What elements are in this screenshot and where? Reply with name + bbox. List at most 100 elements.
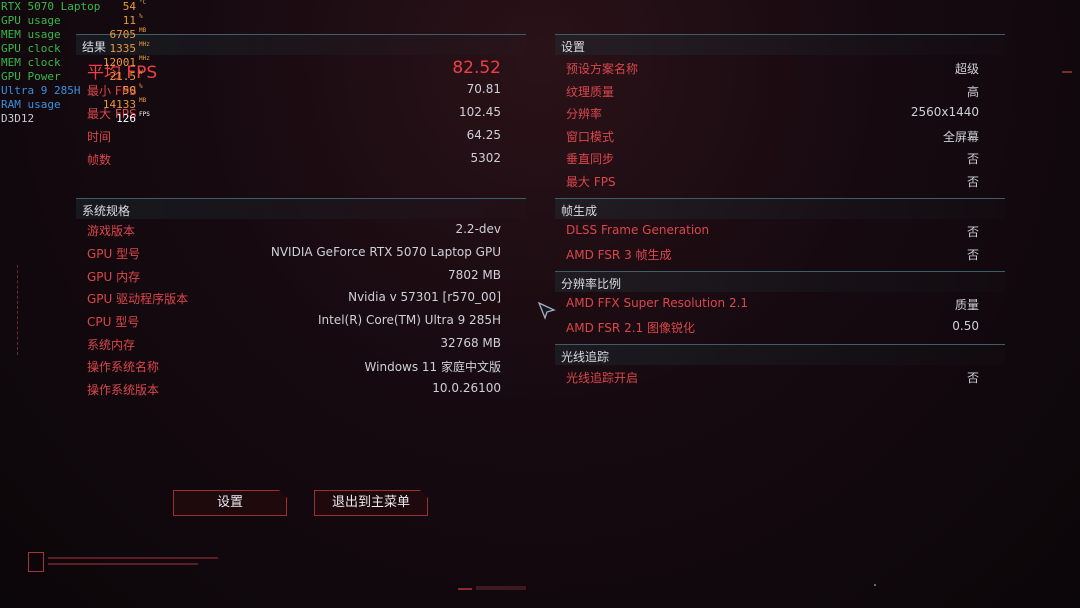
system-label: 操作系统名称 xyxy=(87,360,160,374)
system-row: 游戏版本 2.2-dev xyxy=(87,220,501,240)
system-header: 系统规格 xyxy=(76,198,526,219)
system-value: Windows 11 家庭中文版 xyxy=(364,360,501,374)
settings-label: 最大 FPS xyxy=(566,175,616,189)
settings-value: 否 xyxy=(966,152,979,166)
framegen-title: 帧生成 xyxy=(561,204,598,218)
settings-button[interactable]: 设置 xyxy=(173,490,287,516)
settings-row: 预设方案名称 超级 xyxy=(566,58,979,78)
framegen-header: 帧生成 xyxy=(555,198,1005,219)
raytracing-value: 否 xyxy=(966,371,979,385)
hud-value: 1335 xyxy=(109,42,137,55)
logo-decoration-lines xyxy=(48,557,228,569)
result-value: 70.81 xyxy=(466,82,501,96)
hud-unit: W xyxy=(139,69,143,76)
decorative-dot xyxy=(874,584,876,586)
raytracing-header: 光线追踪 xyxy=(555,344,1005,365)
settings-value: 全屏幕 xyxy=(942,130,979,144)
system-value: 2.2-dev xyxy=(455,222,501,236)
hud-unit: FPS xyxy=(139,111,150,118)
system-label: GPU 内存 xyxy=(87,270,141,284)
system-row: GPU 型号 NVIDIA GeForce RTX 5070 Laptop GP… xyxy=(87,243,501,263)
system-label: 操作系统版本 xyxy=(87,383,160,397)
result-value: 64.25 xyxy=(466,128,501,142)
scaling-value: 0.50 xyxy=(952,319,979,333)
scaling-label: AMD FSR 2.1 图像锐化 xyxy=(566,321,695,335)
mouse-cursor-icon xyxy=(538,302,556,320)
system-panel: 系统规格 游戏版本 2.2-dev GPU 型号 NVIDIA GeForce … xyxy=(76,198,526,403)
system-label: 游戏版本 xyxy=(87,224,136,238)
hud-label: MEM usage xyxy=(1,28,61,41)
raytracing-row: 光线追踪开启 否 xyxy=(566,367,979,387)
result-value: 5302 xyxy=(470,151,501,165)
hud-label: GPU Power xyxy=(1,70,61,83)
scaling-value: 质量 xyxy=(954,298,979,312)
scaling-title: 分辨率比例 xyxy=(561,277,622,291)
result-label: 时间 xyxy=(87,130,112,144)
system-label: GPU 驱动程序版本 xyxy=(87,292,189,306)
hud-unit: % xyxy=(139,83,143,90)
hud-label: D3D12 xyxy=(1,112,35,125)
settings-value: 高 xyxy=(966,85,979,99)
system-value: Nvidia v 57301 [r570_00] xyxy=(348,290,501,304)
raytracing-title: 光线追踪 xyxy=(561,350,610,364)
framegen-label: DLSS Frame Generation xyxy=(566,223,710,237)
settings-row: 垂直同步 否 xyxy=(566,148,979,168)
framegen-row: AMD FSR 3 帧生成 否 xyxy=(566,244,979,264)
right-edge-decoration xyxy=(1062,71,1072,73)
hud-label: RAM usage xyxy=(1,98,61,111)
framegen-label: AMD FSR 3 帧生成 xyxy=(566,248,672,262)
system-value: NVIDIA GeForce RTX 5070 Laptop GPU xyxy=(270,245,501,259)
settings-value: 超级 xyxy=(954,62,979,76)
framegen-value: 否 xyxy=(966,225,979,239)
hud-label: GPU clock xyxy=(1,42,61,55)
exit-to-main-menu-button[interactable]: 退出到主菜单 xyxy=(314,490,428,516)
hud-label: Ultra 9 285H xyxy=(1,84,81,97)
scaling-row: AMD FSR 2.1 图像锐化 0.50 xyxy=(566,317,979,337)
system-label: CPU 型号 xyxy=(87,315,140,329)
settings-label: 预设方案名称 xyxy=(566,62,639,76)
settings-row: 纹理质量 高 xyxy=(566,81,979,101)
game-logo-icon xyxy=(28,552,44,572)
system-row: 操作系统名称 Windows 11 家庭中文版 xyxy=(87,356,501,376)
side-decoration xyxy=(17,265,24,355)
system-value: Intel(R) Core(TM) Ultra 9 285H xyxy=(317,313,501,327)
hud-unit: MHz xyxy=(139,41,150,48)
system-label: 系统内存 xyxy=(87,338,136,352)
hud-label: MEM clock xyxy=(1,56,61,69)
settings-value: 2560x1440 xyxy=(910,105,979,119)
hud-value: 12001 xyxy=(102,56,136,69)
system-value: 10.0.26100 xyxy=(432,381,501,395)
settings-label: 纹理质量 xyxy=(566,85,615,99)
hud-unit: °C xyxy=(139,0,147,6)
scaling-row: AMD FFX Super Resolution 2.1 质量 xyxy=(566,294,979,314)
hud-value: 11 xyxy=(122,14,136,27)
scaling-panel: 分辨率比例 AMD FFX Super Resolution 2.1 质量 AM… xyxy=(555,271,1005,339)
settings-panel: 设置 预设方案名称 超级 纹理质量 高 分辨率 2560x1440 窗口模式 全… xyxy=(555,34,1005,194)
hud-value: 6705 xyxy=(109,28,137,41)
settings-row: 窗口模式 全屏幕 xyxy=(566,126,979,146)
settings-label: 窗口模式 xyxy=(566,130,615,144)
result-row-frames: 帧数 5302 xyxy=(87,149,501,169)
raytracing-panel: 光线追踪 光线追踪开启 否 xyxy=(555,344,1005,390)
system-value: 32768 MB xyxy=(440,336,501,350)
settings-title: 设置 xyxy=(561,40,586,54)
settings-label: 分辨率 xyxy=(566,107,603,121)
hud-unit: MHz xyxy=(139,55,150,62)
scaling-label: AMD FFX Super Resolution 2.1 xyxy=(566,296,749,310)
hud-value: 21.5 xyxy=(109,70,137,83)
system-row: GPU 驱动程序版本 Nvidia v 57301 [r570_00] xyxy=(87,288,501,308)
scaling-header: 分辨率比例 xyxy=(555,271,1005,292)
settings-header: 设置 xyxy=(555,34,1005,55)
system-row: 系统内存 32768 MB xyxy=(87,334,501,354)
hud-value: 126 xyxy=(116,112,136,125)
settings-value: 否 xyxy=(966,175,979,189)
performance-overlay: RTX 5070 Laptop 54 °C GPU usage 11 % MEM… xyxy=(0,0,160,130)
hud-unit: MB xyxy=(139,27,147,34)
result-value: 82.52 xyxy=(452,58,501,78)
system-label: GPU 型号 xyxy=(87,247,141,261)
framegen-value: 否 xyxy=(966,248,979,262)
hud-value: 54 xyxy=(122,0,136,13)
system-row: GPU 内存 7802 MB xyxy=(87,266,501,286)
framegen-panel: 帧生成 DLSS Frame Generation 否 AMD FSR 3 帧生… xyxy=(555,198,1005,266)
hud-value: 50 xyxy=(122,84,136,97)
